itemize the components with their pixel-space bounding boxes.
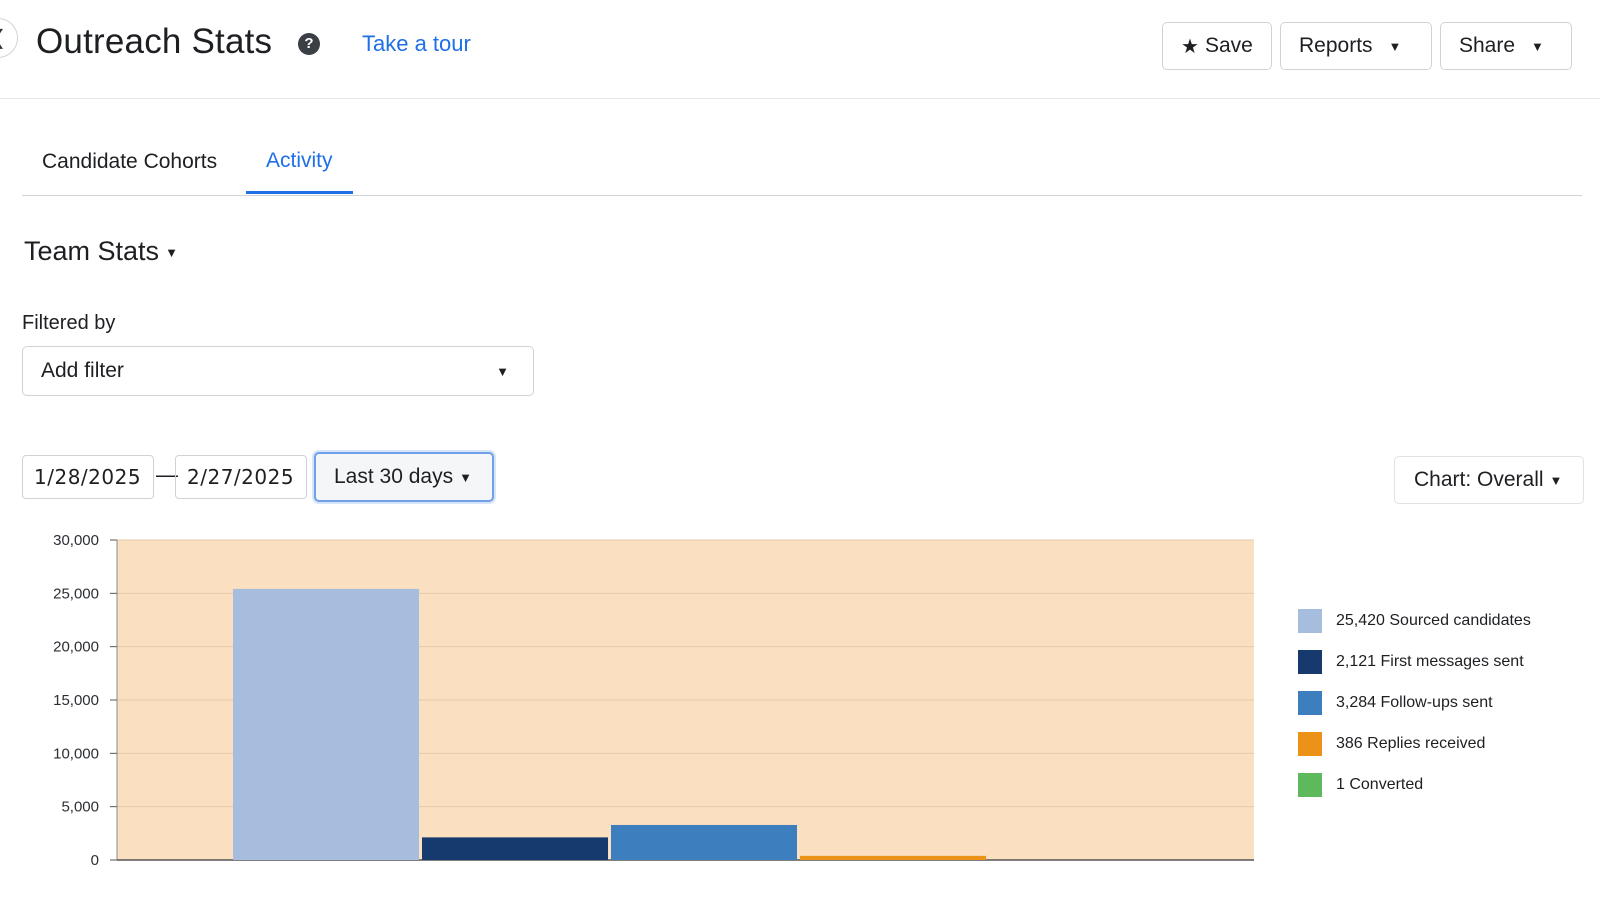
bar-replies-received <box>800 855 986 860</box>
end-date-input[interactable]: 2/27/2025 <box>175 455 307 499</box>
caret-down-icon: ▼ <box>1531 38 1544 54</box>
legend-item[interactable]: 386 Replies received <box>1298 723 1531 764</box>
chart-type-label: Chart: Overall <box>1414 468 1544 491</box>
bar-chart: 0 5,000 10,000 15,000 20,000 25,000 30,000 <box>53 532 1254 869</box>
top-bar: ❮ Outreach Stats ? Take a tour ★ Save Re… <box>0 0 1600 99</box>
caret-down-icon: ▼ <box>496 364 509 379</box>
share-button-label: Share <box>1459 34 1516 57</box>
add-filter-placeholder: Add filter <box>41 359 124 382</box>
caret-down-icon: ▼ <box>1549 472 1563 488</box>
tab-candidate-cohorts[interactable]: Candidate Cohorts <box>22 130 237 194</box>
tab-activity[interactable]: Activity <box>246 130 353 194</box>
y-tick-label: 25,000 <box>53 585 99 602</box>
y-tick-label: 20,000 <box>53 639 99 656</box>
bar-sourced-candidates <box>233 588 419 860</box>
caret-down-icon: ▼ <box>165 245 178 261</box>
y-tick-label: 30,000 <box>53 532 99 549</box>
star-icon: ★ <box>1181 35 1199 58</box>
reports-button-label: Reports <box>1299 34 1373 57</box>
y-tick-label: 10,000 <box>53 745 99 762</box>
save-button[interactable]: ★ Save <box>1162 22 1272 70</box>
legend-swatch <box>1298 649 1322 674</box>
reports-button[interactable]: Reports ▼ <box>1280 22 1432 70</box>
team-stats-dropdown[interactable]: Team Stats ▼ <box>24 236 178 267</box>
y-tick-label: 15,000 <box>53 692 99 709</box>
share-button[interactable]: Share ▼ <box>1440 22 1572 70</box>
legend-label: 1 Converted <box>1336 775 1424 793</box>
legend-item[interactable]: 3,284 Follow-ups sent <box>1298 682 1531 723</box>
chart-type-dropdown[interactable]: Chart: Overall ▼ <box>1394 456 1584 504</box>
legend-item[interactable]: 2,121 First messages sent <box>1298 641 1531 682</box>
date-preset-label: Last 30 days <box>334 465 454 488</box>
legend-label: 2,121 First messages sent <box>1336 652 1524 670</box>
legend-label: 25,420 Sourced candidates <box>1336 611 1531 629</box>
add-filter-select[interactable]: Add filter ▼ <box>22 346 534 396</box>
take-a-tour-link[interactable]: Take a tour <box>362 31 471 57</box>
caret-down-icon: ▼ <box>1388 38 1402 54</box>
legend-item[interactable]: 25,420 Sourced candidates <box>1298 600 1531 641</box>
legend-label: 3,284 Follow-ups sent <box>1336 693 1493 711</box>
legend-swatch <box>1298 731 1322 756</box>
page-title: Outreach Stats <box>36 22 273 61</box>
chevron-left-icon: ❮ <box>0 28 6 48</box>
y-tick-label: 0 <box>91 852 99 869</box>
save-button-label: Save <box>1204 34 1253 57</box>
caret-down-icon: ▼ <box>459 469 472 485</box>
bar-first-messages-sent <box>422 837 608 860</box>
legend-item[interactable]: 1 Converted <box>1298 764 1531 805</box>
y-tick-label: 5,000 <box>61 799 99 816</box>
legend-label: 386 Replies received <box>1336 734 1486 752</box>
legend-swatch <box>1298 608 1322 633</box>
tab-bar: Candidate Cohorts Activity <box>22 130 1582 196</box>
help-icon[interactable]: ? <box>298 33 320 55</box>
date-preset-dropdown[interactable]: Last 30 days ▼ <box>314 452 494 502</box>
start-date-input[interactable]: 1/28/2025 <box>22 455 154 499</box>
legend-swatch <box>1298 690 1322 715</box>
back-button[interactable]: ❮ <box>0 18 18 58</box>
chart-legend: 25,420 Sourced candidates 2,121 First mes… <box>1298 600 1531 805</box>
filter-label: Filtered by <box>22 312 116 334</box>
legend-swatch <box>1298 772 1322 797</box>
bar-follow-ups-sent <box>611 824 797 860</box>
section-title: Team Stats <box>24 236 160 266</box>
